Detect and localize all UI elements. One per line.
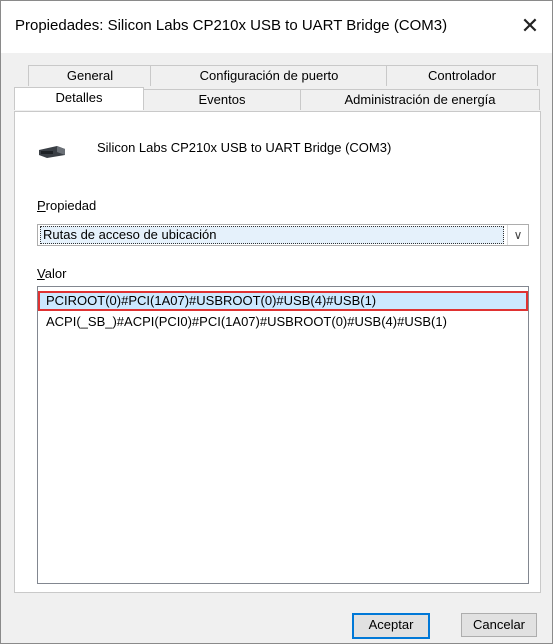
tab-detalles[interactable]: Detalles	[14, 87, 144, 110]
cancelar-button[interactable]: Cancelar	[461, 613, 537, 637]
tab-row-bottom: Detalles Eventos Administración de energ…	[14, 87, 541, 111]
list-item[interactable]: ACPI(_SB_)#ACPI(PCI0)#PCI(1A07)#USBROOT(…	[38, 312, 528, 332]
tab-administracion-de-energia[interactable]: Administración de energía	[300, 89, 540, 110]
device-name: Silicon Labs CP210x USB to UART Bridge (…	[97, 140, 392, 155]
tab-controlador[interactable]: Controlador	[386, 65, 538, 86]
chevron-down-icon[interactable]: ∨	[507, 225, 528, 245]
details-panel: Silicon Labs CP210x USB to UART Bridge (…	[14, 111, 541, 593]
value-label: Valor	[37, 266, 67, 281]
aceptar-button[interactable]: Aceptar	[352, 613, 430, 639]
tab-general[interactable]: General	[28, 65, 152, 86]
window-title: Propiedades: Silicon Labs CP210x USB to …	[15, 17, 448, 34]
properties-dialog: Propiedades: Silicon Labs CP210x USB to …	[0, 0, 553, 644]
tab-configuracion-de-puerto[interactable]: Configuración de puerto	[150, 65, 388, 86]
value-listbox[interactable]: PCIROOT(0)#PCI(1A07)#USBROOT(0)#USB(4)#U…	[37, 286, 529, 584]
property-selected-value: Rutas de acceso de ubicación	[40, 226, 504, 244]
list-item[interactable]: PCIROOT(0)#PCI(1A07)#USBROOT(0)#USB(4)#U…	[38, 291, 528, 311]
close-icon[interactable]: ✕	[508, 9, 552, 45]
tab-eventos[interactable]: Eventos	[142, 89, 302, 110]
title-bar: Propiedades: Silicon Labs CP210x USB to …	[1, 1, 552, 53]
usb-device-icon	[39, 146, 65, 158]
property-dropdown[interactable]: Rutas de acceso de ubicación ∨	[37, 224, 529, 246]
property-label: Propiedad	[37, 198, 97, 213]
tab-row-top: General Configuración de puerto Controla…	[14, 65, 541, 87]
